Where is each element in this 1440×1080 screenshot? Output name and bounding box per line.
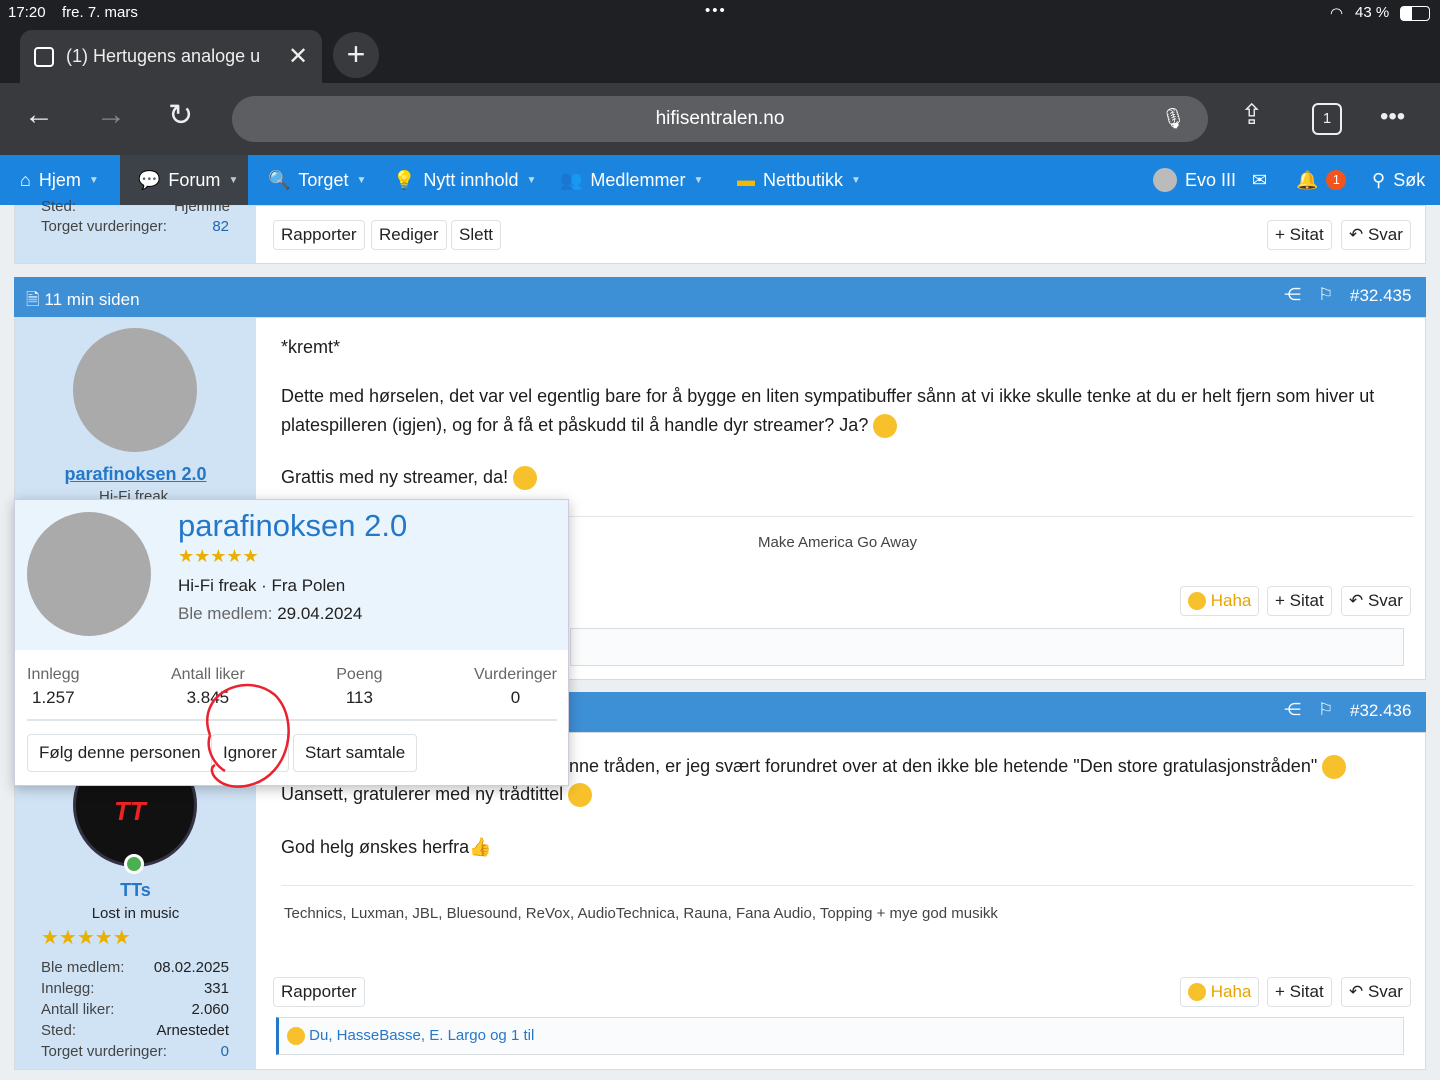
- tab-title: (1) Hertugens analoge u: [66, 46, 261, 66]
- back-icon[interactable]: ←: [24, 98, 54, 132]
- users-icon: 👥: [560, 169, 583, 190]
- close-tab-icon[interactable]: ✕: [288, 42, 308, 71]
- forward-icon[interactable]: →: [96, 98, 126, 132]
- battery-level: 43 %: [1355, 4, 1390, 21]
- edit-button[interactable]: Rediger: [371, 220, 447, 250]
- user-avatar: [1153, 168, 1177, 192]
- wink-emoji-icon: [568, 783, 593, 807]
- reload-icon[interactable]: ↻: [168, 98, 193, 133]
- quote-button[interactable]: + Sitat: [1267, 586, 1332, 616]
- haha-reaction-button[interactable]: Haha: [1180, 977, 1260, 1007]
- username-link[interactable]: parafinoksen 2.0: [15, 464, 256, 485]
- quote-button[interactable]: + Sitat: [1267, 977, 1332, 1007]
- tab-count-button[interactable]: 1: [1312, 103, 1342, 135]
- reply-button[interactable]: ↶ Svar: [1341, 586, 1411, 616]
- nav-nettbutikk[interactable]: ▬ Nettbutikk ▼: [737, 155, 861, 205]
- status-bar: 17:20 fre. 7. mars ••• ◠ 43 %: [0, 0, 1440, 28]
- address-bar[interactable]: hifisentralen.no 🎙: [232, 96, 1208, 142]
- nav-nytt-innhold[interactable]: 💡 Nytt innhold ▼: [393, 155, 536, 205]
- user-avatar[interactable]: [73, 328, 197, 452]
- rofl-emoji-icon: [287, 1027, 305, 1046]
- share-icon[interactable]: ⋲: [1284, 700, 1301, 720]
- microphone-icon[interactable]: 🎙: [1161, 106, 1186, 131]
- wifi-icon: ◠: [1330, 5, 1344, 22]
- quote-button[interactable]: + Sitat: [1267, 220, 1332, 250]
- rating-stars-icon: ★★★★★: [41, 927, 131, 949]
- battery-icon: [1400, 6, 1430, 21]
- favicon-icon: [34, 46, 54, 67]
- start-conversation-button[interactable]: Start samtale: [293, 734, 418, 772]
- reactions-bar: [570, 628, 1404, 666]
- share-icon[interactable]: ⋲: [1284, 285, 1301, 305]
- bookmark-icon[interactable]: ⚐: [1318, 285, 1333, 305]
- alert-badge: 1: [1326, 170, 1347, 190]
- thumbs-up-emoji-icon: 👍: [469, 837, 492, 857]
- home-icon: ⌂: [20, 169, 31, 190]
- post-header: 🗎 11 min siden ⋲ ⚐ #32.435: [14, 277, 1426, 317]
- search-icon: ⚲: [1372, 169, 1386, 190]
- more-menu-icon[interactable]: •••: [1380, 103, 1405, 131]
- bookmark-icon[interactable]: ⚐: [1318, 700, 1333, 720]
- delete-button[interactable]: Slett: [451, 220, 502, 250]
- red-circle-annotation: [206, 683, 290, 788]
- reply-button[interactable]: ↶ Svar: [1341, 977, 1411, 1007]
- rating-stars-icon: ★★★★★: [178, 546, 259, 566]
- reactions-bar[interactable]: Du, HasseBasse, E. Largo og 1 til: [276, 1017, 1404, 1055]
- browser-tab[interactable]: (1) Hertugens analoge u ✕: [20, 30, 322, 83]
- comments-icon: 💬: [138, 169, 161, 190]
- bell-icon[interactable]: 🔔 1: [1296, 155, 1347, 205]
- nav-torget[interactable]: 🔍 Torget ▼: [268, 155, 366, 205]
- store-icon: ▬: [737, 169, 755, 190]
- new-tab-button[interactable]: +: [333, 32, 379, 78]
- multitask-dots-icon[interactable]: •••: [705, 2, 727, 19]
- member-name[interactable]: parafinoksen 2.0: [178, 508, 407, 544]
- search-dollar-icon: 🔍: [268, 169, 291, 190]
- date: fre. 7. mars: [62, 4, 138, 21]
- user-cell: Sted: Hjemme Torget vurderinger: 82: [15, 198, 256, 263]
- follow-button[interactable]: Følg denne personen: [27, 734, 213, 772]
- reactions-list-link[interactable]: Du, HasseBasse, E. Largo og 1 til: [309, 1027, 534, 1044]
- report-button[interactable]: Rapporter: [273, 220, 365, 250]
- user-avatar[interactable]: [27, 512, 151, 636]
- member-subtitle: Hi-Fi freak · Fra Polen: [178, 576, 346, 595]
- time-link[interactable]: 🗎 11 min siden: [26, 287, 140, 316]
- online-indicator-icon: [124, 854, 144, 874]
- time: 17:20: [8, 4, 46, 21]
- grin-emoji-icon: [1322, 755, 1347, 779]
- haha-reaction-button[interactable]: Haha: [1180, 586, 1260, 616]
- account-menu[interactable]: Evo III: [1153, 155, 1236, 205]
- user-stats: Ble medlem: 08.02.2025 Innlegg: 331 Antall…: [41, 959, 229, 1060]
- post-number[interactable]: #32.435: [1350, 286, 1411, 306]
- username-link[interactable]: TTs: [15, 880, 256, 901]
- share-icon[interactable]: ⇪: [1240, 98, 1263, 131]
- report-button[interactable]: Rapporter: [273, 977, 365, 1007]
- url-text: hifisentralen.no: [655, 108, 785, 129]
- post-number[interactable]: #32.436: [1350, 701, 1411, 721]
- signature: Technics, Luxman, JBL, Bluesound, ReVox,…: [284, 905, 998, 922]
- post-previous: Sted: Hjemme Torget vurderinger: 82 Rapp…: [14, 198, 1426, 264]
- search-button[interactable]: ⚲ Søk: [1372, 155, 1425, 205]
- rofl-emoji-icon: [873, 414, 898, 438]
- lightbulb-icon: 💡: [393, 169, 416, 190]
- nav-medlemmer[interactable]: 👥 Medlemmer ▼: [560, 155, 703, 205]
- signature: Make America Go Away: [758, 534, 917, 551]
- smile-emoji-icon: [513, 466, 538, 490]
- envelope-icon[interactable]: ✉: [1252, 155, 1267, 205]
- reply-button[interactable]: ↶ Svar: [1341, 220, 1411, 250]
